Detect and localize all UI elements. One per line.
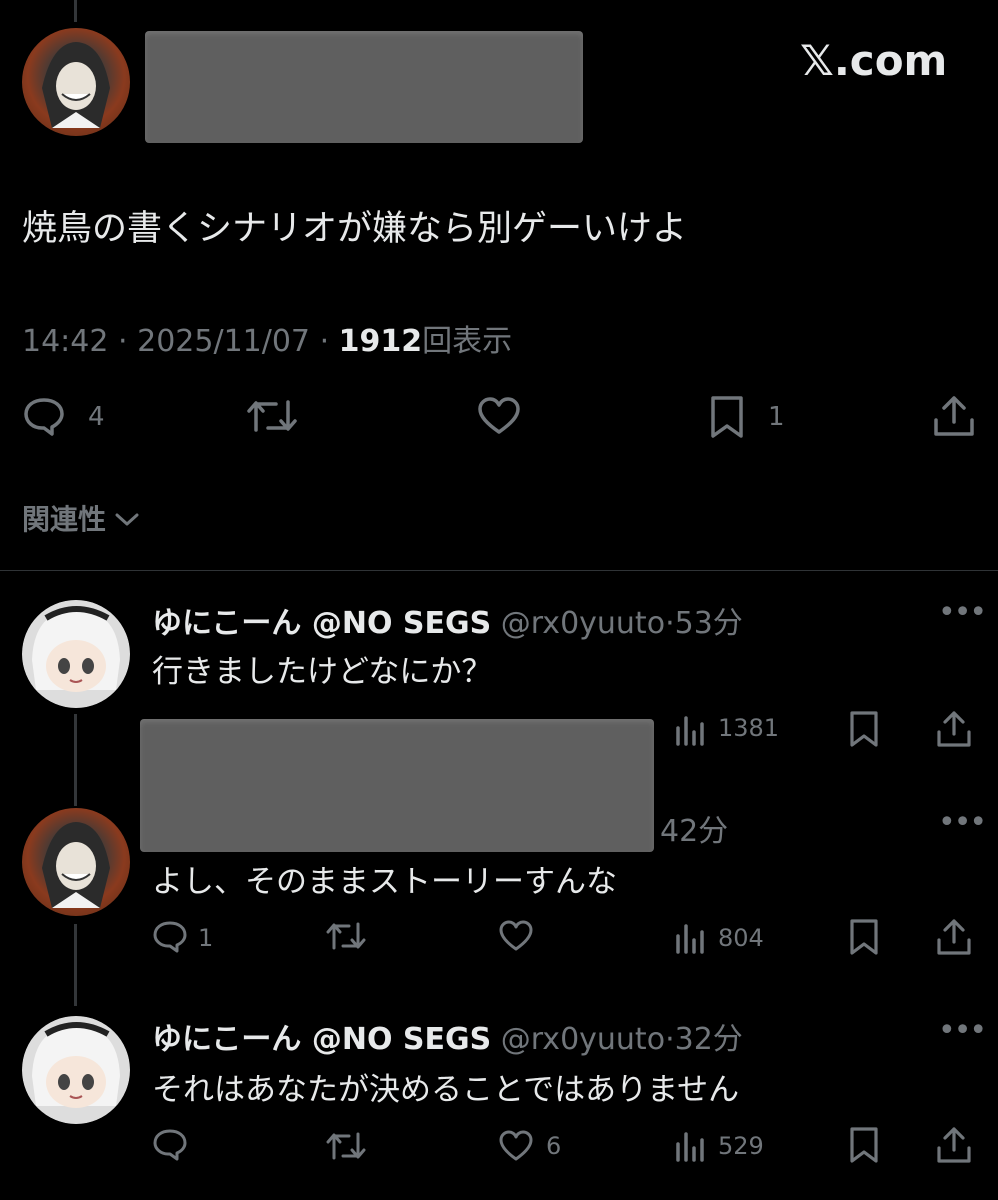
reply-icon[interactable] xyxy=(152,920,188,954)
avatar[interactable] xyxy=(22,600,130,708)
bookmark-icon[interactable] xyxy=(848,918,880,956)
view-count: 529 xyxy=(718,1132,764,1160)
view-count: 1912 xyxy=(338,324,423,359)
like-icon[interactable] xyxy=(476,396,522,436)
repost-icon[interactable] xyxy=(246,396,298,436)
like-icon[interactable] xyxy=(498,1130,534,1162)
reply-time[interactable]: 53分 xyxy=(675,606,743,641)
avatar[interactable] xyxy=(22,1016,130,1124)
avatar[interactable] xyxy=(22,28,130,136)
post-text: 焼鳥の書くシナリオが嫌なら別ゲーいけよ xyxy=(22,209,688,249)
thread-line xyxy=(74,0,77,22)
reply-icon[interactable] xyxy=(22,396,66,438)
reply-icon[interactable] xyxy=(152,1128,188,1162)
views-icon[interactable] xyxy=(674,922,708,954)
more-icon[interactable]: ••• xyxy=(938,1016,987,1046)
chevron-down-icon xyxy=(114,502,140,535)
share-icon[interactable] xyxy=(936,710,972,748)
bookmark-icon[interactable] xyxy=(708,394,746,440)
views-icon[interactable] xyxy=(674,714,708,746)
post-meta: 14:42 · 2025/11/07 · 1912回表示 xyxy=(22,324,513,359)
post-time[interactable]: 14:42 xyxy=(22,324,108,359)
thread-line xyxy=(74,924,77,1006)
view-count: 1381 xyxy=(718,714,780,742)
bookmark-count: 1 xyxy=(768,402,785,432)
sort-selector[interactable]: 関連性 xyxy=(22,498,140,538)
avatar[interactable] xyxy=(22,808,130,916)
reply-header: ゆにこーん @NO SEGS @rx0yuuto·32分 xyxy=(152,1022,743,1057)
view-count: 804 xyxy=(718,924,764,952)
share-icon[interactable] xyxy=(932,394,976,438)
redacted-username xyxy=(140,719,654,852)
share-icon[interactable] xyxy=(936,1126,972,1164)
like-count: 6 xyxy=(546,1132,562,1160)
bookmark-icon[interactable] xyxy=(848,1126,880,1164)
brand-logo: 𝕏.com xyxy=(800,36,948,85)
reply-time[interactable]: 42分 xyxy=(660,806,728,850)
reply-text: よし、そのままストーリーすんな xyxy=(152,864,617,900)
more-icon[interactable]: ••• xyxy=(938,808,987,838)
view-label: 回表示 xyxy=(422,324,513,359)
post-date[interactable]: 2025/11/07 xyxy=(137,324,310,359)
redacted-username xyxy=(145,31,583,143)
reply-text: 行きましたけどなにか？ xyxy=(152,654,493,690)
author-handle[interactable]: @rx0yuuto xyxy=(501,606,665,641)
more-icon[interactable]: ••• xyxy=(938,598,987,628)
repost-icon[interactable] xyxy=(326,920,366,952)
divider xyxy=(0,570,998,571)
like-icon[interactable] xyxy=(498,920,534,952)
thread-line xyxy=(74,766,77,806)
repost-icon[interactable] xyxy=(326,1130,366,1162)
author-name[interactable]: ゆにこーん @NO SEGS xyxy=(152,1022,491,1057)
reply-text: それはあなたが決めることではありません xyxy=(152,1072,740,1108)
reply-header: ゆにこーん @NO SEGS @rx0yuuto·53分 xyxy=(152,606,743,641)
sort-label: 関連性 xyxy=(22,503,107,536)
reply-time[interactable]: 32分 xyxy=(675,1022,743,1057)
author-handle[interactable]: @rx0yuuto xyxy=(501,1022,665,1057)
views-icon[interactable] xyxy=(674,1130,708,1162)
share-icon[interactable] xyxy=(936,918,972,956)
reply-count: 1 xyxy=(198,924,214,952)
author-name[interactable]: ゆにこーん @NO SEGS xyxy=(152,606,491,641)
bookmark-icon[interactable] xyxy=(848,710,880,748)
reply-count: 4 xyxy=(88,402,105,432)
